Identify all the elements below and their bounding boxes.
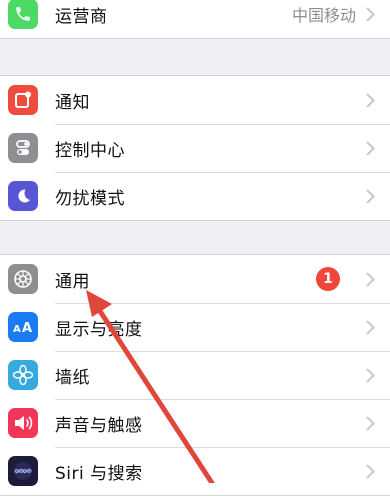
settings-item-label: 声音与触感 <box>55 415 143 436</box>
settings-item-label: Siri 与搜索 <box>55 463 143 484</box>
moon-icon <box>8 181 38 211</box>
update-badge: 1 <box>316 267 340 291</box>
settings-item-label: 勿扰模式 <box>55 188 125 209</box>
chevron-right-icon <box>366 367 375 383</box>
phone-icon <box>8 0 38 29</box>
settings-item-label: 控制中心 <box>55 140 125 161</box>
gear-icon <box>8 264 38 294</box>
settings-item-general[interactable]: 通用 1 <box>0 255 390 303</box>
chevron-right-icon <box>366 415 375 431</box>
settings-item-do-not-disturb[interactable]: 勿扰模式 <box>0 172 390 220</box>
wallpaper-flower-icon <box>8 360 38 390</box>
settings-item-display-brightness[interactable]: AA 显示与亮度 <box>0 303 390 351</box>
settings-item-wallpaper[interactable]: 墙纸 <box>0 351 390 399</box>
chevron-right-icon <box>366 92 375 108</box>
carrier-value: 中国移动 <box>291 6 356 25</box>
chevron-right-icon <box>366 188 375 204</box>
chevron-right-icon <box>366 140 375 156</box>
chevron-right-icon <box>366 463 375 479</box>
settings-item-label: 墙纸 <box>55 367 90 388</box>
carrier-group: 运营商 中国移动 <box>0 0 390 39</box>
settings-item-label: 显示与亮度 <box>55 319 143 340</box>
notification-icon <box>8 85 38 115</box>
control-center-icon <box>8 133 38 163</box>
settings-item-sounds-haptics[interactable]: 声音与触感 <box>0 399 390 447</box>
chevron-right-icon <box>366 319 375 335</box>
siri-icon <box>8 456 38 486</box>
settings-item-notifications[interactable]: 通知 <box>0 76 390 124</box>
settings-item-siri-search[interactable]: Siri 与搜索 <box>0 447 390 495</box>
settings-item-control-center[interactable]: 控制中心 <box>0 124 390 172</box>
general-group: 通用 1 AA 显示与亮度 墙纸 声音与触感 Siri 与搜索 <box>0 254 390 496</box>
carrier-row[interactable]: 运营商 中国移动 <box>0 0 390 38</box>
settings-item-label: 通知 <box>55 92 90 113</box>
chevron-right-icon <box>366 6 375 22</box>
chevron-right-icon <box>366 271 375 287</box>
speaker-icon <box>8 408 38 438</box>
svg-text:A: A <box>13 324 21 335</box>
settings-item-label: 通用 <box>55 271 90 292</box>
svg-text:A: A <box>22 321 32 335</box>
text-size-icon: AA <box>8 312 38 342</box>
carrier-label: 运营商 <box>55 6 108 27</box>
notifications-group: 通知 控制中心 勿扰模式 <box>0 75 390 221</box>
